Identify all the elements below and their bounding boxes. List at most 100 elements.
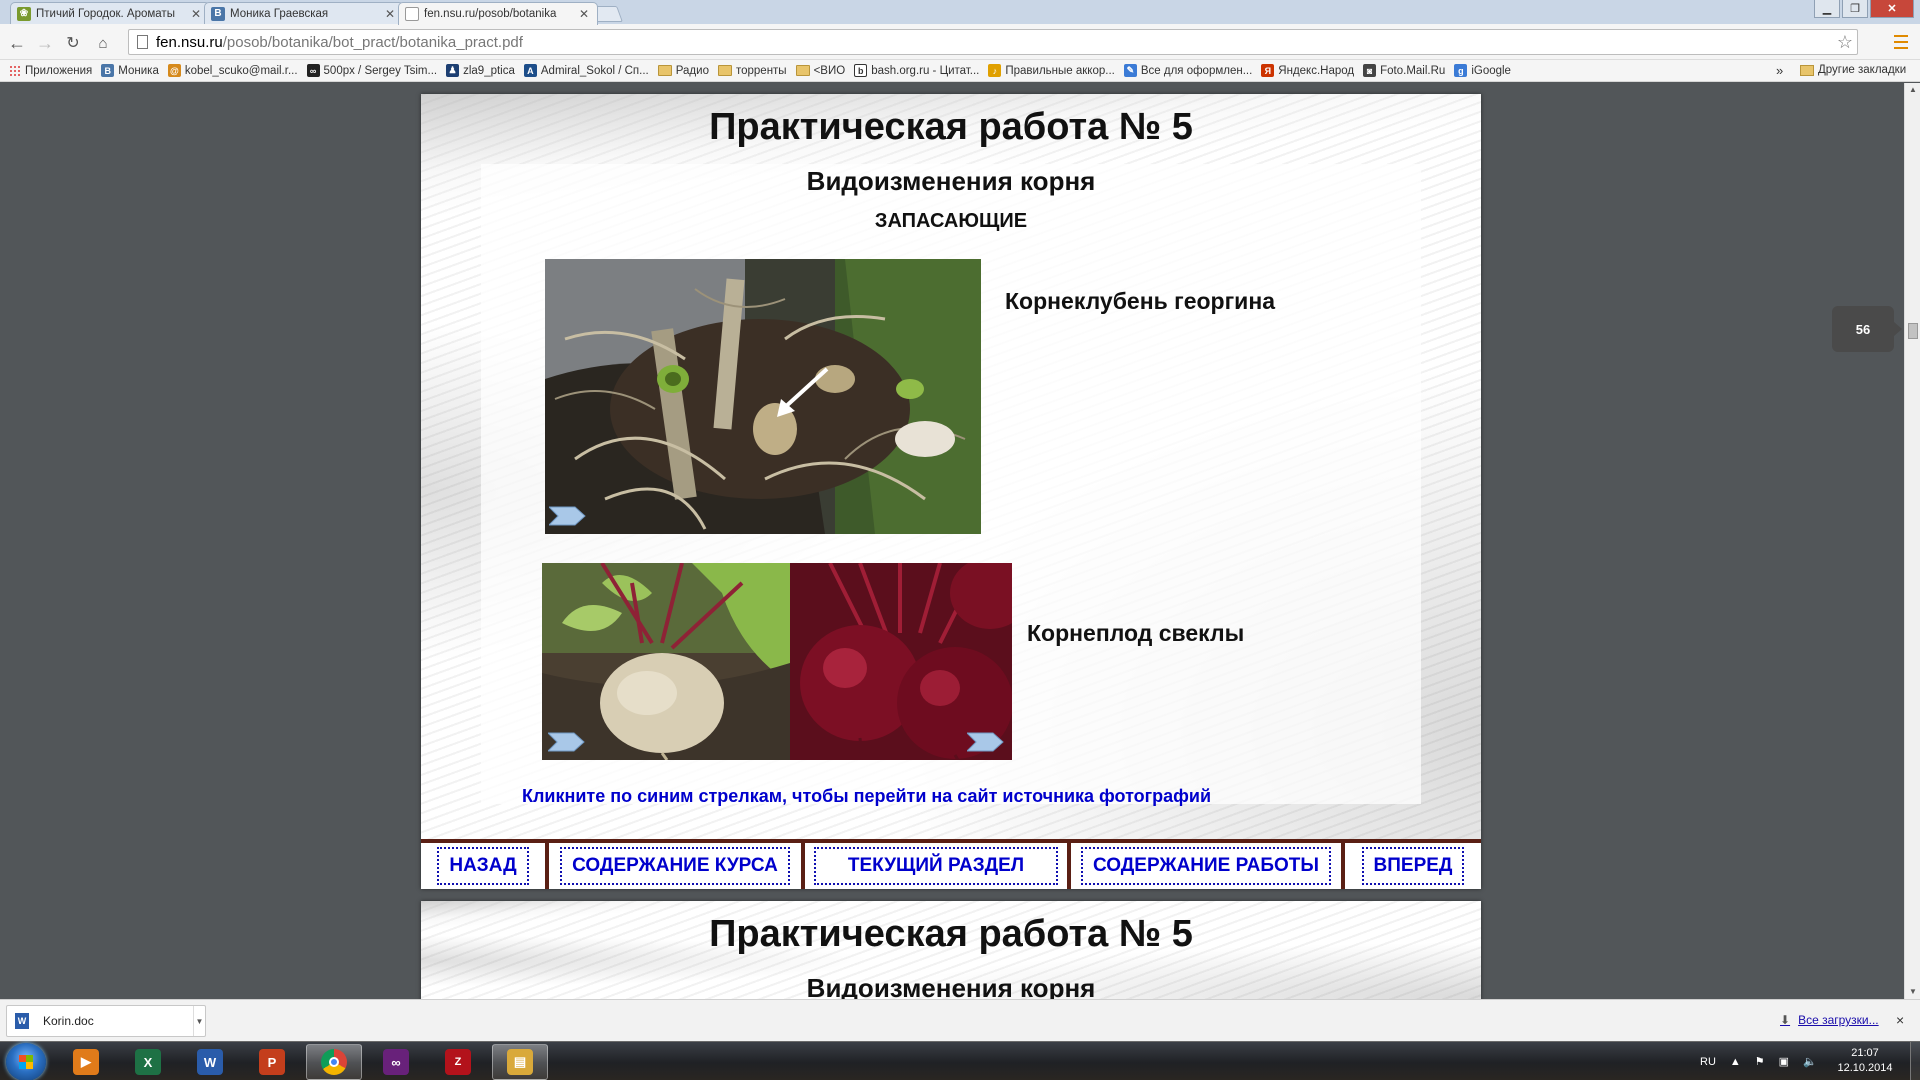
source-link-arrow-icon[interactable] bbox=[548, 731, 586, 753]
nav-cell: СОДЕРЖАНИЕ РАБОТЫ bbox=[1071, 843, 1345, 889]
address-bar[interactable]: fen.nsu.ru/posob/botanika/bot_pract/bota… bbox=[128, 29, 1858, 55]
window-controls: ▁ ❐ ✕ bbox=[1814, 0, 1914, 18]
back-link[interactable]: НАЗАД bbox=[437, 847, 529, 885]
page-icon bbox=[137, 35, 148, 49]
home-icon[interactable]: ⌂ bbox=[92, 32, 114, 54]
bookmark-folder[interactable]: торренты bbox=[717, 64, 787, 77]
nav-cell: ВПЕРЕД bbox=[1345, 843, 1481, 889]
bookmark-label: Все для оформлен... bbox=[1140, 64, 1253, 77]
close-icon[interactable]: ✕ bbox=[189, 7, 203, 21]
minimize-button[interactable]: ▁ bbox=[1814, 0, 1840, 18]
bookmark-star-icon[interactable]: ☆ bbox=[1837, 32, 1853, 53]
tab-monika[interactable]: В Моника Граевская ✕ bbox=[204, 2, 404, 24]
page-icon bbox=[405, 7, 419, 21]
vk-icon: В bbox=[101, 64, 115, 77]
close-icon[interactable]: ✕ bbox=[383, 7, 397, 21]
download-item[interactable]: W Korin.doc ▼ bbox=[6, 1005, 206, 1037]
vk-icon: В bbox=[211, 6, 225, 21]
reload-icon[interactable]: ↻ bbox=[62, 32, 84, 54]
folder-explorer-icon: ▤ bbox=[507, 1049, 533, 1075]
nav-cell: НАЗАД bbox=[421, 843, 549, 889]
network-icon[interactable]: ▣ bbox=[1779, 1055, 1789, 1068]
scroll-down-icon[interactable]: ▼ bbox=[1909, 987, 1917, 996]
bookmark-label: bash.org.ru - Цитат... bbox=[871, 64, 980, 77]
page-subtitle: Видоизменения корня bbox=[806, 973, 1096, 999]
show-hidden-icons-icon[interactable]: ▲ bbox=[1730, 1056, 1741, 1068]
forward-link[interactable]: ВПЕРЕД bbox=[1361, 847, 1465, 885]
download-arrow-icon: ⬇ bbox=[1780, 1013, 1791, 1027]
bookmark-label: торренты bbox=[735, 64, 787, 77]
taskbar-chrome[interactable] bbox=[306, 1044, 362, 1080]
tab-ptichiy-gorodok[interactable]: ❀ Птичий Городок. Ароматы ✕ bbox=[10, 2, 210, 24]
taskbar-word[interactable]: W bbox=[182, 1044, 238, 1080]
folder-icon bbox=[717, 65, 732, 76]
course-contents-link[interactable]: СОДЕРЖАНИЕ КУРСА bbox=[560, 847, 790, 885]
vertical-scrollbar[interactable]: ▲ ▼ bbox=[1904, 83, 1920, 999]
scrollbar-thumb[interactable] bbox=[1908, 323, 1918, 339]
tab-pdf[interactable]: fen.nsu.ru/posob/botanika ✕ bbox=[398, 2, 598, 25]
bookmark-apps[interactable]: Приложения bbox=[9, 64, 92, 77]
bookmark-item[interactable]: g iGoogle bbox=[1454, 64, 1511, 77]
current-section-link[interactable]: ТЕКУЩИЙ РАЗДЕЛ bbox=[813, 847, 1059, 885]
caption-dahlia: Корнеклубень георгина bbox=[1005, 288, 1276, 314]
windows-logo-icon bbox=[19, 1055, 33, 1069]
tab-title: Моника Граевская bbox=[230, 7, 329, 20]
taskbar-visual-studio[interactable]: ∞ bbox=[368, 1044, 424, 1080]
bookmarks-overflow-button[interactable]: » bbox=[1776, 63, 1783, 78]
source-link-arrow-icon[interactable] bbox=[967, 731, 1005, 753]
folder-icon bbox=[1800, 64, 1814, 76]
word-document-icon: W bbox=[15, 1013, 29, 1029]
music-note-icon: ♪ bbox=[988, 64, 1002, 77]
bookmark-item[interactable]: ◙ Foto.Mail.Ru bbox=[1363, 64, 1445, 77]
taskbar-excel[interactable]: X bbox=[120, 1044, 176, 1080]
pdf-page-next: Практическая работа № 5 Видоизменения ко… bbox=[421, 901, 1481, 999]
close-downloads-button[interactable]: × bbox=[1896, 1012, 1904, 1028]
taskbar-zynga[interactable]: Z bbox=[430, 1044, 486, 1080]
window-close-button[interactable]: ✕ bbox=[1870, 0, 1914, 18]
other-bookmarks[interactable]: Другие закладки bbox=[1800, 64, 1906, 76]
action-center-flag-icon[interactable]: ⚑ bbox=[1755, 1055, 1765, 1068]
bookmark-item[interactable]: ∞ 500px / Sergey Tsim... bbox=[306, 64, 437, 77]
bookmark-item[interactable]: b bash.org.ru - Цитат... bbox=[854, 64, 979, 77]
clock-date: 12.10.2014 bbox=[1837, 1062, 1893, 1074]
pdf-viewer: Практическая работа № 5 Видоизменения ко… bbox=[0, 83, 1920, 999]
clock[interactable]: 21:07 12.10.2014 bbox=[1830, 1046, 1900, 1076]
bookmark-item[interactable]: ✎ Все для оформлен... bbox=[1123, 64, 1253, 77]
chrome-menu-icon[interactable] bbox=[1892, 33, 1910, 51]
bookmark-item[interactable]: A Admiral_Sokol / Сп... bbox=[523, 64, 649, 77]
work-contents-link[interactable]: СОДЕРЖАНИЕ РАБОТЫ bbox=[1081, 847, 1331, 885]
visual-studio-icon: ∞ bbox=[383, 1049, 409, 1075]
bookmark-item[interactable]: ♪ Правильные аккор... bbox=[988, 64, 1115, 77]
taskbar-explorer[interactable]: ▤ bbox=[492, 1044, 548, 1080]
close-icon[interactable]: ✕ bbox=[577, 7, 591, 21]
bookmark-folder[interactable]: Радио bbox=[657, 65, 709, 77]
forward-arrow-icon[interactable]: → bbox=[34, 32, 56, 54]
bookmark-item[interactable]: Я Яндекс.Народ bbox=[1261, 64, 1354, 77]
volume-icon[interactable]: 🔈 bbox=[1803, 1055, 1817, 1068]
bookmark-item[interactable]: В Моника bbox=[101, 64, 159, 77]
chevron-down-icon[interactable]: ▼ bbox=[193, 1006, 205, 1036]
all-downloads-link[interactable]: ⬇ Все загрузки... bbox=[1780, 1013, 1879, 1027]
bookmark-item[interactable]: @ kobel_scuko@mail.r... bbox=[167, 64, 298, 77]
bookmark-label: kobel_scuko@mail.r... bbox=[184, 64, 298, 77]
google-icon: g bbox=[1454, 64, 1468, 77]
show-desktop-button[interactable] bbox=[1910, 1042, 1920, 1080]
taskbar-powerpoint[interactable]: P bbox=[244, 1044, 300, 1080]
browser-toolbar: ← → ↻ ⌂ fen.nsu.ru/posob/botanika/bot_pr… bbox=[0, 24, 1920, 60]
scroll-up-icon[interactable]: ▲ bbox=[1909, 85, 1917, 94]
bookmark-item[interactable]: ♟ zla9_ptica bbox=[446, 64, 515, 77]
nav-cell: ТЕКУЩИЙ РАЗДЕЛ bbox=[805, 843, 1071, 889]
page-number-indicator: 56 bbox=[1832, 306, 1902, 352]
source-link-arrow-icon[interactable] bbox=[549, 505, 587, 527]
language-indicator[interactable]: RU bbox=[1700, 1056, 1716, 1068]
site-icon: A bbox=[523, 64, 537, 77]
section-heading: ЗАПАСАЮЩИЕ bbox=[874, 210, 1028, 232]
back-arrow-icon[interactable]: ← bbox=[6, 32, 28, 54]
start-button[interactable] bbox=[6, 1043, 46, 1080]
all-downloads-label: Все загрузки... bbox=[1798, 1013, 1879, 1027]
taskbar-media-player[interactable]: ▶ bbox=[58, 1044, 114, 1080]
restore-button[interactable]: ❐ bbox=[1842, 0, 1868, 18]
bookmark-folder[interactable]: <ВИО bbox=[795, 65, 845, 77]
caption-beet: Корнеплод свеклы bbox=[1027, 620, 1245, 646]
other-bookmarks-label: Другие закладки bbox=[1818, 64, 1907, 76]
